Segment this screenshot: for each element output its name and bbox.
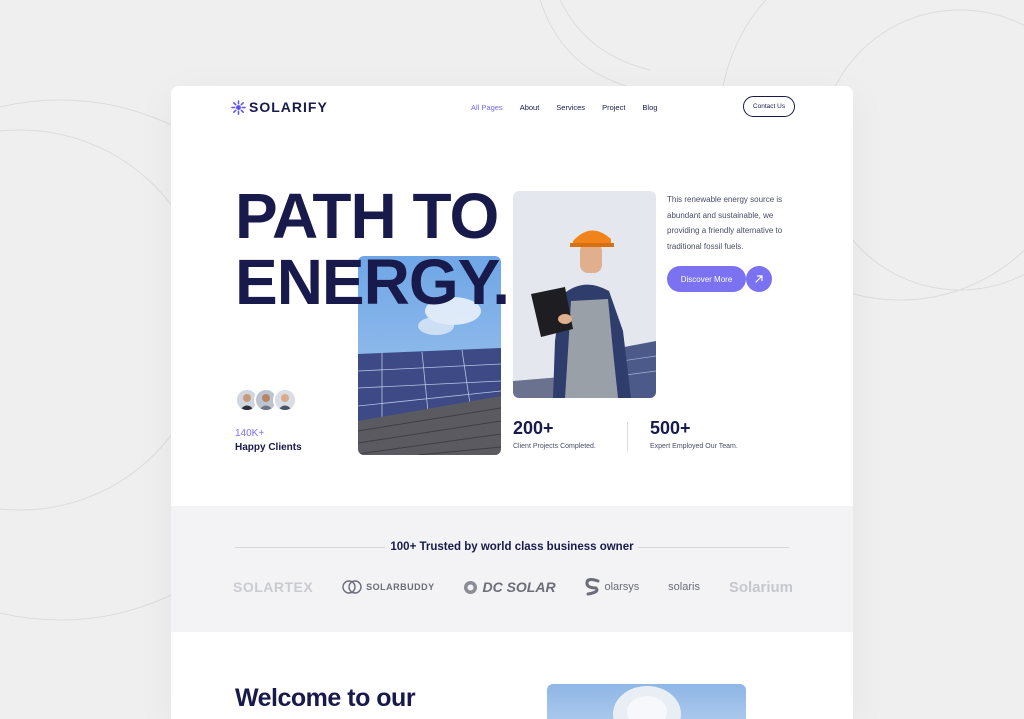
stat-projects-label: Client Projects Completed. [513,443,596,450]
sun-logo-icon [231,99,246,115]
stat-projects-value: 200+ [513,418,554,438]
arrow-up-right-icon [755,275,763,283]
landing-page: SOLARIFY All Pages About Services Projec… [171,86,853,719]
hero-title-line-2: ENERGY. [235,246,510,318]
partner-logo-dc-solar: DC SOLAR [463,579,556,595]
brand-logo[interactable]: SOLARIFY [231,99,328,115]
client-avatars [235,388,297,412]
main-nav: All Pages About Services Project Blog [471,103,657,112]
partner-logo-solarbuddy: SOLARBUDDY [342,580,435,594]
trusted-title: 100+ Trusted by world class business own… [390,541,634,553]
avatar [273,388,297,412]
nav-item-all-pages[interactable]: All Pages [471,103,503,112]
solarsys-mark-icon [585,578,600,596]
partner-logo-text: DC SOLAR [482,579,556,595]
engineer-photo [513,191,656,398]
trusted-band [171,506,853,632]
partner-logo-solarium: Solarium [729,579,793,596]
nav-item-services[interactable]: Services [556,103,585,112]
partner-logo-text: Solarium [728,578,793,596]
partner-logo-text: SOLARBUDDY [366,582,435,592]
partner-logo-text: SOLARTEX [233,579,314,595]
hero-title-line-1: PATH TO [235,180,499,252]
stat-experts-label: Expert Employed Our Team. [650,443,738,450]
nav-item-about[interactable]: About [520,103,540,112]
partner-logos: SOLARTEX SOLARBUDDY DC SOLAR olarsys sol… [233,578,793,596]
stat-experts-value: 500+ [650,418,691,438]
hero-description: This renewable energy source is abundant… [667,195,783,251]
nav-item-project[interactable]: Project [602,103,625,112]
brand-name: SOLARIFY [249,99,328,115]
partner-logo-text: solaris [668,581,700,593]
dc-solar-mark-icon [464,580,478,594]
partner-logo-solaris: solaris [668,581,700,593]
partner-logo-solartex: SOLARTEX [233,579,313,595]
happy-clients-label: Happy Clients [235,442,302,453]
stats-divider [627,422,628,452]
welcome-heading: Welcome to our [235,684,416,712]
discover-arrow-button[interactable] [746,266,772,292]
welcome-image [547,684,746,719]
discover-more-button[interactable]: Discover More [667,266,746,292]
partner-logo-solarsys: olarsys [584,578,639,596]
hero-title: PATH TO ENERGY. [235,180,510,318]
contact-us-button[interactable]: Contact Us [743,96,795,117]
happy-clients-count: 140K+ [235,428,265,439]
nav-item-blog[interactable]: Blog [642,103,657,112]
partner-logo-text: olarsys [604,581,640,593]
solarbuddy-mark-icon [342,580,362,594]
